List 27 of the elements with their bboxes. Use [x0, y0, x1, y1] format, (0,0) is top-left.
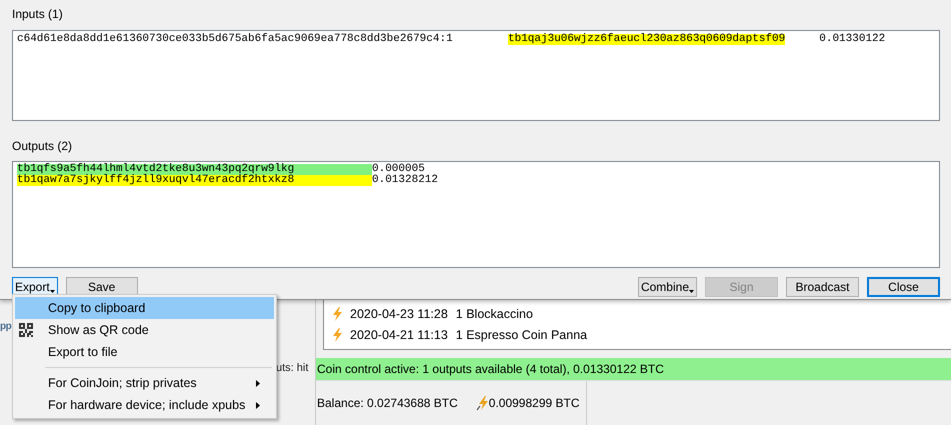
push-button[interactable]: Close	[867, 276, 940, 296]
history-date: 2020-04-23 11:28	[350, 306, 448, 320]
amount-text: 0.000005	[372, 164, 425, 175]
menu-button[interactable]: Export	[12, 276, 58, 296]
outpoint-text: c64d61e8da8dd1e61360730ce033b5d675ab6fa5ac9069ea778c8dd3be2679c4:1	[17, 34, 454, 45]
address-text: tb1qaw7a7sjkylff4jzll9xuqvl47eracdf2htxkz8	[17, 175, 372, 186]
history-description: 1 Espresso Coin Panna	[456, 328, 588, 342]
menu-item[interactable]: Copy to clipboard	[15, 297, 274, 319]
menu-item[interactable]: Export to file	[15, 341, 274, 363]
amount-text: 0.01328212	[372, 175, 438, 186]
section-label: Inputs (1)	[12, 7, 64, 23]
push-button[interactable]: Broadcast	[786, 276, 859, 296]
menu-item[interactable]: For CoinJoin; strip privates	[15, 372, 274, 394]
menu-item[interactable]: Show as QR code	[15, 319, 274, 341]
status-bar: Coin control active: 1 outputs available (4 total), 0.01330122 BTC	[316, 358, 951, 380]
push-button[interactable]: Save	[66, 276, 138, 296]
section-heading: pp	[0, 321, 12, 332]
address-text: tb1qaj3u06wjzz6faeucl230az863q0609daptsf09	[508, 34, 786, 45]
section-label: Outputs (2)	[12, 139, 74, 155]
amount-text: 0.01330122	[819, 34, 886, 45]
lightning-balance: 0.00998299 BTC	[488, 396, 580, 410]
balance-text: Balance: 0.02743688 BTC	[317, 396, 458, 410]
history-description: 1 Blockaccino	[456, 306, 533, 320]
history-date: 2020-04-21 11:13	[350, 328, 448, 342]
menu-button[interactable]: Combine	[638, 276, 697, 296]
address-text: tb1qfs9a5fh44lhml4vtd2tke8u3wn43pq2qrw9lkg	[17, 164, 372, 175]
menu-item[interactable]: For hardware device; include xpubs	[15, 394, 274, 416]
